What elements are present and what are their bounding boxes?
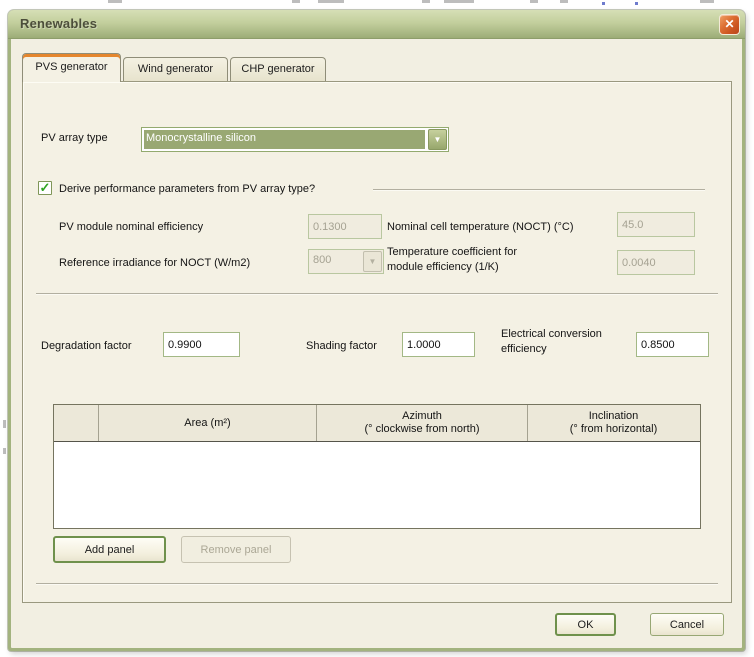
column-header-azimuth: Azimuth (° clockwise from north) — [317, 405, 528, 441]
derive-parameters-label: Derive performance parameters from PV ar… — [59, 183, 315, 195]
background-artifact — [602, 2, 605, 5]
background-artifact — [292, 0, 300, 3]
add-panel-button[interactable]: Add panel — [53, 536, 166, 563]
dialog-title: Renewables — [20, 16, 97, 31]
panels-table-header: Area (m²) Azimuth (° clockwise from nort… — [54, 405, 700, 442]
tab-wind-generator[interactable]: Wind generator — [123, 57, 228, 81]
background-artifact — [3, 420, 6, 428]
degradation-factor-field[interactable] — [163, 332, 240, 357]
panels-table: Area (m²) Azimuth (° clockwise from nort… — [53, 404, 701, 529]
remove-panel-button: Remove panel — [181, 536, 291, 563]
screen-background: Renewables ✕ PVS generator Wind generato… — [0, 0, 754, 657]
ok-button[interactable]: OK — [555, 613, 616, 636]
nominal-efficiency-field — [308, 214, 382, 239]
tab-pvs-generator[interactable]: PVS generator — [22, 53, 121, 82]
column-header-area: Area (m²) — [99, 405, 317, 441]
shading-factor-label: Shading factor — [306, 340, 377, 352]
dialog-content: PVS generator Wind generator CHP generat… — [11, 39, 742, 648]
pv-array-type-label: PV array type — [41, 132, 108, 144]
noct-label: Nominal cell temperature (NOCT) (°C) — [387, 221, 574, 233]
electrical-efficiency-field[interactable] — [636, 332, 709, 357]
section-divider — [36, 293, 718, 295]
nominal-efficiency-label: PV module nominal efficiency — [59, 221, 203, 233]
pv-array-type-selected-value: Monocrystalline silicon — [144, 130, 425, 149]
reference-irradiance-select: 800 ▼ — [308, 249, 384, 274]
derive-parameters-checkbox[interactable]: ✓ — [38, 181, 52, 195]
electrical-efficiency-label-line2: efficiency — [501, 342, 641, 357]
degradation-factor-label: Degradation factor — [41, 340, 132, 352]
noct-field — [617, 212, 695, 237]
background-artifact — [3, 448, 6, 454]
column-header-inclination: Inclination (° from horizontal) — [528, 405, 699, 441]
background-artifact — [444, 0, 474, 3]
pv-array-type-select[interactable]: Monocrystalline silicon ▼ — [141, 127, 449, 152]
column-header-azimuth-line1: Azimuth — [402, 410, 442, 423]
reference-irradiance-value: 800 — [311, 252, 360, 271]
column-header-inclination-line2: (° from horizontal) — [570, 423, 658, 436]
chevron-down-icon: ▼ — [363, 251, 382, 272]
electrical-efficiency-label-line1: Electrical conversion — [501, 327, 641, 342]
background-artifact — [108, 0, 122, 3]
tab-chp-generator[interactable]: CHP generator — [230, 57, 326, 81]
checkmark-icon: ✓ — [40, 180, 51, 195]
background-artifact — [635, 2, 638, 5]
electrical-efficiency-label: Electrical conversion efficiency — [501, 327, 641, 357]
panels-table-body[interactable] — [54, 442, 700, 528]
column-header-spacer — [54, 405, 99, 441]
close-button[interactable]: ✕ — [719, 14, 740, 35]
temperature-coefficient-field — [617, 250, 695, 275]
temperature-coefficient-label-line1: Temperature coefficient for — [387, 245, 597, 260]
background-artifact — [530, 0, 538, 3]
column-header-inclination-line1: Inclination — [589, 410, 639, 423]
temperature-coefficient-label: Temperature coefficient for module effic… — [387, 245, 597, 275]
shading-factor-field[interactable] — [402, 332, 475, 357]
dialog-titlebar[interactable]: Renewables ✕ — [8, 10, 745, 39]
cancel-button[interactable]: Cancel — [650, 613, 724, 636]
reference-irradiance-label: Reference irradiance for NOCT (W/m2) — [59, 257, 250, 269]
temperature-coefficient-label-line2: module efficiency (1/K) — [387, 260, 597, 275]
column-header-azimuth-line2: (° clockwise from north) — [364, 423, 479, 436]
renewables-dialog: Renewables ✕ PVS generator Wind generato… — [8, 10, 745, 651]
background-artifact — [560, 0, 568, 3]
background-artifact — [700, 0, 714, 3]
section-divider — [373, 189, 705, 191]
section-divider — [36, 583, 718, 585]
column-header-area-text: Area (m²) — [184, 417, 230, 430]
background-artifact — [318, 0, 344, 3]
chevron-down-icon[interactable]: ▼ — [428, 129, 447, 150]
close-icon: ✕ — [724, 17, 734, 31]
background-artifact — [422, 0, 430, 3]
pvs-generator-panel: PV array type Monocrystalline silicon ▼ … — [22, 81, 732, 603]
